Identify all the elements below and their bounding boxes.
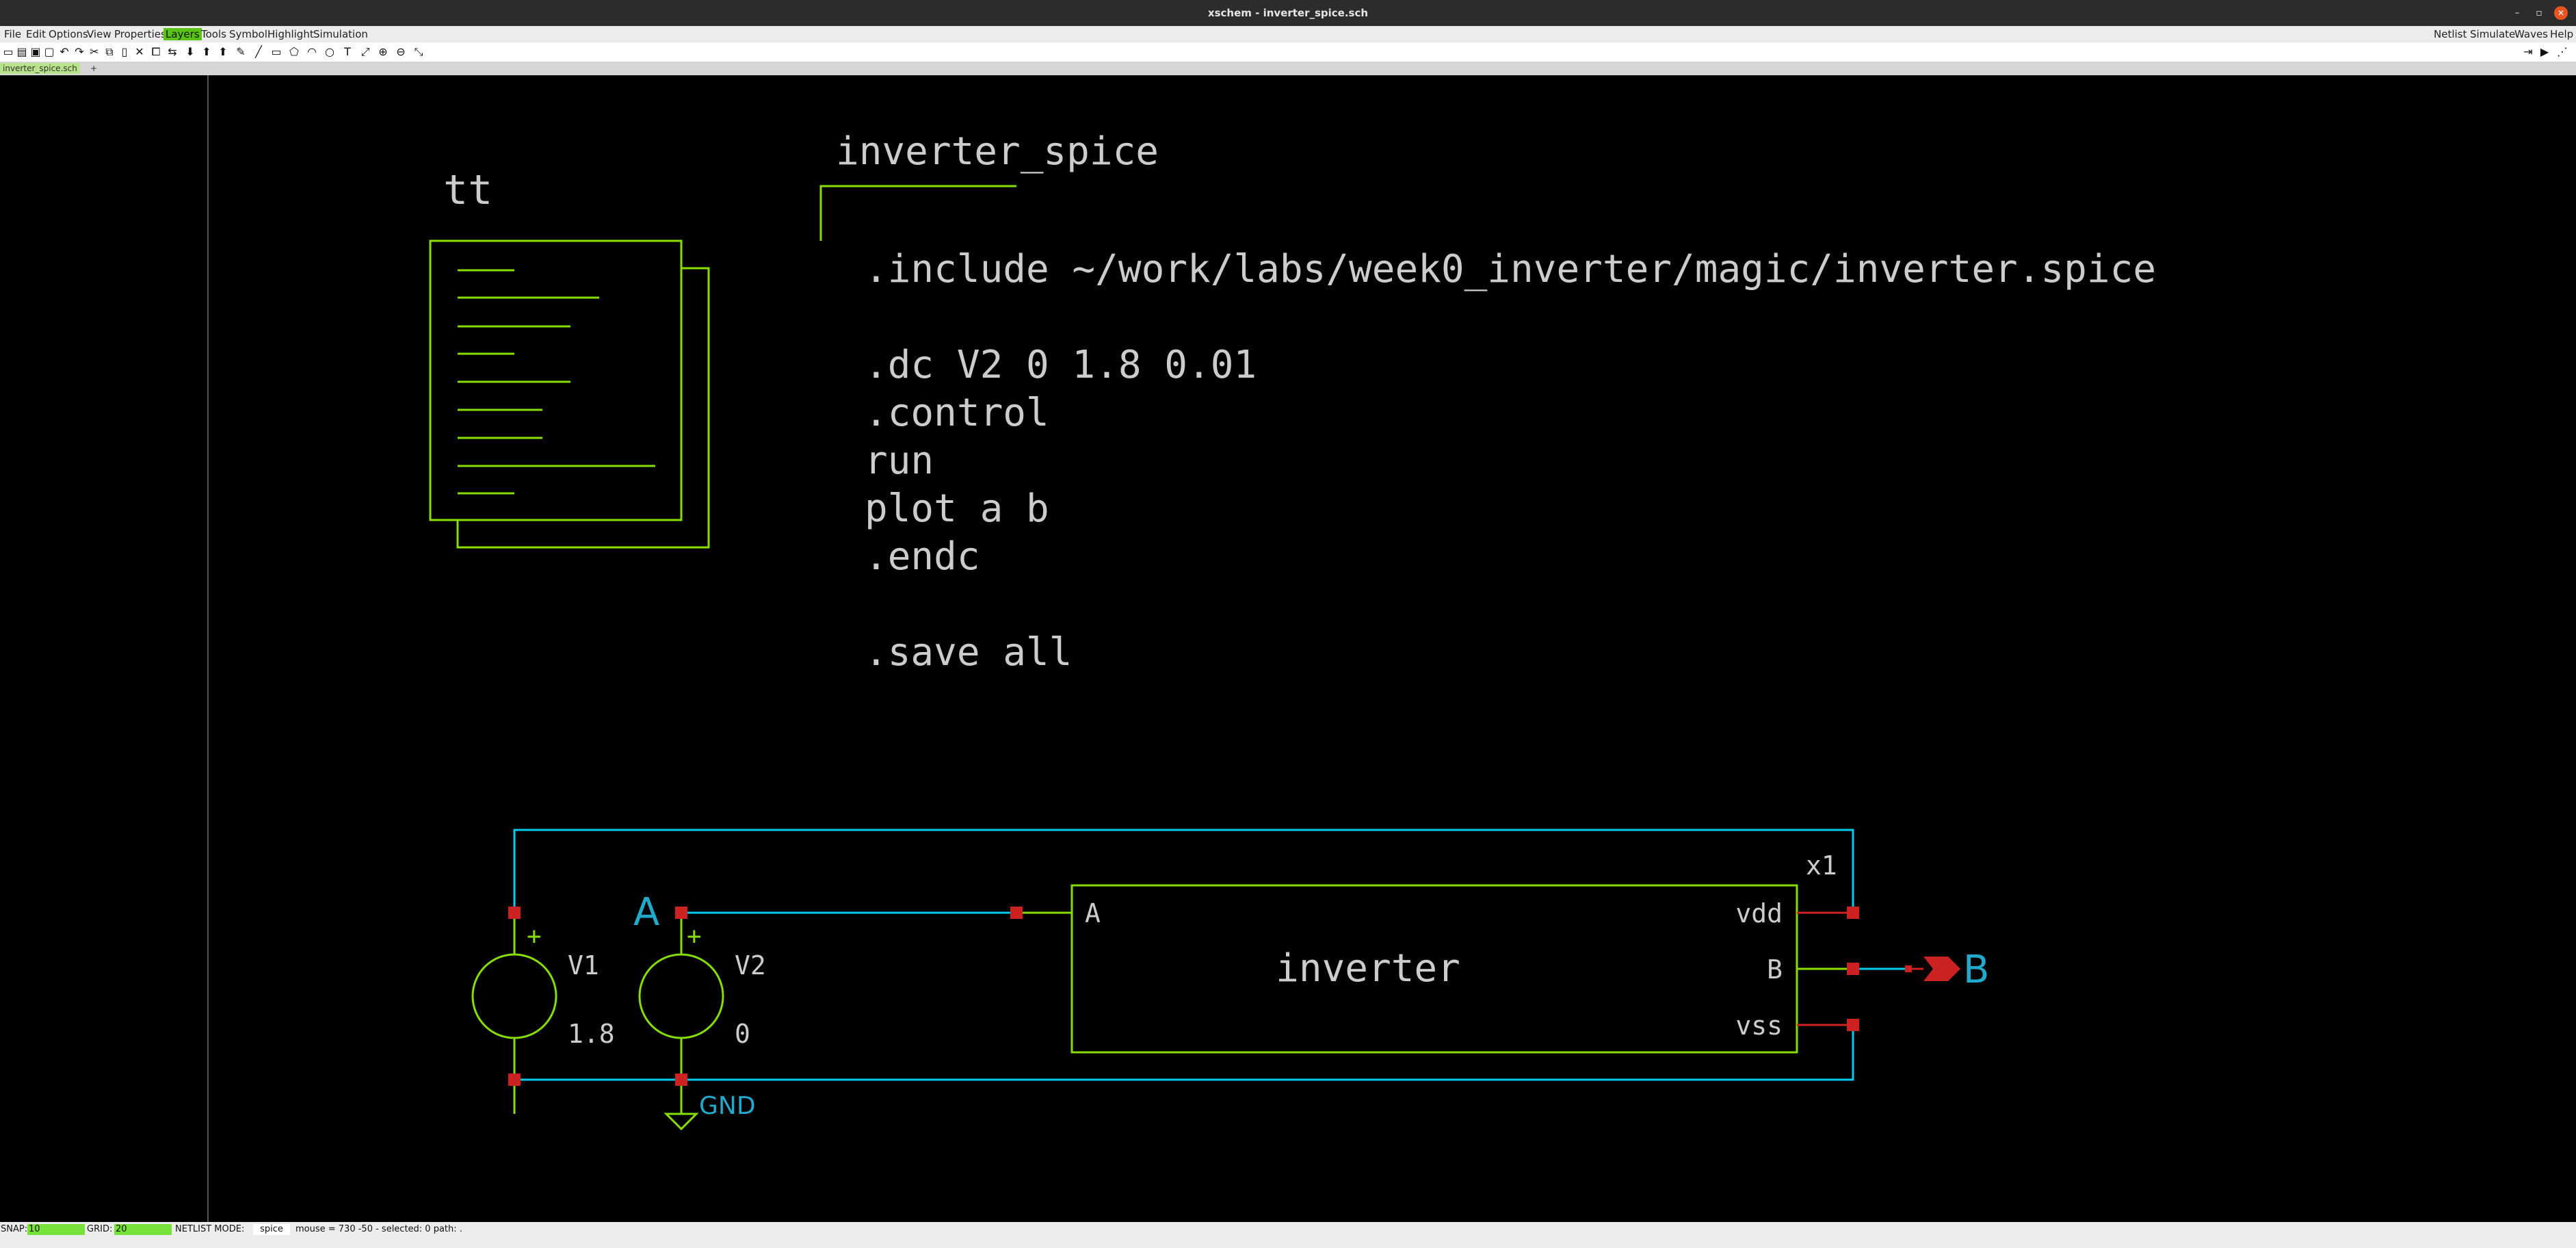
menu-bar: File Edit Options View Properties Layers… — [0, 26, 2576, 42]
wires[interactable] — [513, 829, 1908, 1081]
grid-label: GRID: — [87, 1224, 113, 1234]
copy-icon[interactable]: ⧉ — [103, 45, 116, 59]
title-bar: xschem - inverter_spice.sch – ▫ ✕ — [0, 0, 2576, 26]
netlist-mode-value[interactable]: spice — [253, 1224, 290, 1235]
corner-symbol[interactable]: tt — [429, 166, 710, 549]
pin-label-vss: vss — [1735, 1011, 1783, 1041]
paste-icon[interactable]: ▯ — [118, 45, 131, 59]
menu-highlight[interactable]: Highlight — [265, 28, 316, 40]
toolbar: ▭ ▤ ▣ ▢ ↶ ↷ ✂ ⧉ ▯ ✕ ⧠ ⇆ ⬇ ⬆ ⬆ ✎ ╱ ▭ ⬠ ◠ … — [0, 42, 2576, 62]
source-name: V1 — [568, 950, 599, 980]
waves-icon[interactable]: ⋰ — [2555, 45, 2569, 59]
redo-icon[interactable]: ↷ — [73, 45, 86, 59]
voltage-source-v2[interactable]: + V2 0 — [638, 913, 766, 1080]
line-icon[interactable]: ╱ — [252, 45, 265, 59]
text-icon[interactable]: T — [341, 45, 354, 59]
code-title: inverter_spice — [836, 129, 1159, 174]
pin-label-a: A — [1085, 898, 1101, 928]
save-icon[interactable]: ▣ — [29, 45, 42, 59]
source-name: V2 — [735, 950, 766, 980]
minimize-button[interactable]: – — [2510, 6, 2524, 20]
tab-bar: inverter_spice.sch + — [0, 62, 2576, 75]
simulate-icon[interactable]: ▶ — [2538, 45, 2551, 59]
undo-icon[interactable]: ↶ — [57, 45, 71, 59]
ascend-icon[interactable]: ⬆ — [200, 45, 213, 59]
menu-layers[interactable]: Layers — [163, 28, 202, 40]
duplicate-icon[interactable]: ⧠ — [149, 45, 163, 59]
arc-icon[interactable]: ◠ — [305, 45, 319, 59]
ground-label: GND — [699, 1092, 756, 1120]
menu-view[interactable]: View — [85, 28, 114, 40]
menu-simulate[interactable]: Simulate — [2468, 28, 2517, 40]
menu-options[interactable]: Options — [47, 28, 90, 40]
zoom-in-icon[interactable]: ⊕ — [376, 45, 390, 59]
wire-icon[interactable]: ✎ — [234, 45, 248, 59]
plus-sign: + — [527, 922, 542, 950]
code-line: .include ~/work/labs/week0_inverter/magi… — [865, 247, 2156, 291]
menu-properties[interactable]: Properties — [112, 28, 168, 40]
menu-file[interactable]: File — [2, 28, 23, 40]
pin-label-b: B — [1767, 954, 1783, 985]
push-icon[interactable]: ⬆ — [216, 45, 230, 59]
menu-waves[interactable]: Waves — [2512, 28, 2550, 40]
zoom-out-icon[interactable]: ⊖ — [394, 45, 408, 59]
move-icon[interactable]: ⇆ — [166, 45, 179, 59]
code-line: .dc V2 0 1.8 0.01 — [865, 343, 1257, 387]
output-port-b[interactable]: B — [1908, 948, 1989, 992]
netlist-icon[interactable]: ⇥ — [2521, 45, 2535, 59]
circle-icon[interactable]: ○ — [323, 45, 337, 59]
add-tab-button[interactable]: + — [88, 63, 100, 74]
net-label-b: B — [1963, 948, 1989, 992]
new-icon[interactable]: ▭ — [1, 45, 15, 59]
menu-edit[interactable]: Edit — [24, 28, 48, 40]
window-title: xschem - inverter_spice.sch — [1207, 7, 1369, 19]
tab-inverter-spice[interactable]: inverter_spice.sch — [0, 63, 80, 74]
snap-label: SNAP: — [1, 1224, 28, 1234]
code-line: .control — [865, 391, 1049, 435]
snap-value[interactable]: 10 — [27, 1224, 85, 1235]
descend-icon[interactable]: ⬇ — [183, 45, 197, 59]
menu-help[interactable]: Help — [2548, 28, 2575, 40]
code-line: .save all — [865, 630, 1072, 675]
code-block[interactable]: inverter_spice .include ~/work/labs/week… — [819, 129, 2156, 675]
voltage-source-v1[interactable]: + V1 1.8 — [471, 913, 615, 1114]
corner-label: tt — [443, 166, 492, 214]
menu-symbol[interactable]: Symbol — [227, 28, 270, 40]
cut-icon[interactable]: ✂ — [88, 45, 101, 59]
polygon-icon[interactable]: ⬠ — [287, 45, 301, 59]
plus-sign: + — [687, 922, 702, 950]
zoom-full-icon[interactable]: ⤢ — [358, 45, 372, 59]
ground-symbol[interactable]: GND — [663, 1080, 756, 1131]
source-value: 0 — [735, 1019, 750, 1049]
source-value: 1.8 — [568, 1019, 615, 1049]
open-icon[interactable]: ▤ — [15, 45, 29, 59]
code-line: run — [865, 439, 934, 483]
instance-name: x1 — [1806, 850, 1837, 881]
reload-icon[interactable]: ▢ — [42, 45, 56, 59]
status-info: mouse = 730 -50 - selected: 0 path: . — [295, 1224, 462, 1234]
net-label-a[interactable]: A — [633, 890, 659, 935]
netlist-mode-label: NETLIST MODE: — [175, 1224, 245, 1234]
zoom-box-icon[interactable]: ⤡ — [412, 45, 425, 59]
code-line: .endc — [865, 534, 980, 579]
schematic-canvas[interactable]: tt inverter_spice .include ~/work/labs/w… — [0, 75, 2576, 1222]
inverter-block[interactable]: x1 inverter A vdd B vss — [1016, 850, 1853, 1054]
menu-tools[interactable]: Tools — [199, 28, 228, 40]
grid-value[interactable]: 20 — [114, 1224, 172, 1235]
menu-simulation[interactable]: Simulation — [311, 28, 370, 40]
maximize-button[interactable]: ▫ — [2532, 6, 2546, 20]
delete-icon[interactable]: ✕ — [133, 45, 146, 59]
close-button[interactable]: ✕ — [2554, 6, 2568, 20]
menu-netlist[interactable]: Netlist — [2432, 28, 2469, 40]
code-line: plot a b — [865, 486, 1049, 531]
block-name: inverter — [1276, 946, 1460, 991]
rect-icon[interactable]: ▭ — [270, 45, 283, 59]
status-bar: SNAP: 10 GRID: 20 NETLIST MODE: spice mo… — [0, 1222, 2576, 1248]
pin-label-vdd: vdd — [1735, 898, 1783, 928]
